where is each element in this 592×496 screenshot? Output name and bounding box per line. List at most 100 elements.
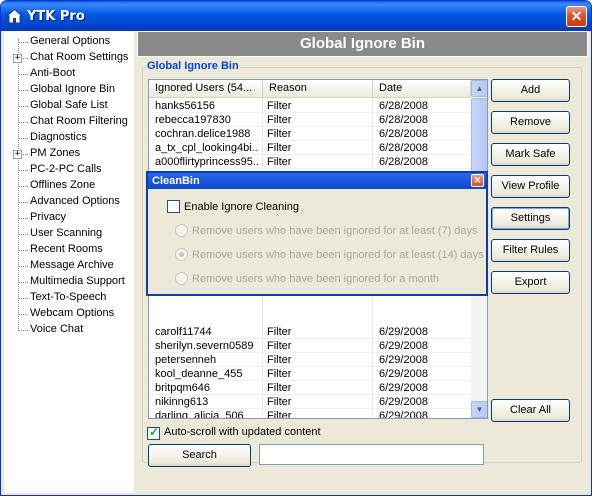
sidebar-item-label: User Scanning: [30, 227, 103, 239]
sidebar-item-label: Global Ignore Bin: [30, 83, 115, 95]
cell-reason: Filter: [267, 156, 292, 168]
option-month-label: Remove users who have been ignored for a…: [192, 273, 440, 285]
remove-button[interactable]: Remove: [491, 111, 570, 134]
table-row[interactable]: petersenneh Filter 6/29/2008: [149, 353, 471, 367]
add-button[interactable]: Add: [491, 79, 570, 102]
list-header: Ignored Users (54... Reason Date: [149, 80, 471, 98]
cell-date: 6/28/2008: [379, 114, 428, 126]
table-row[interactable]: britpqm646 Filter 6/29/2008: [149, 381, 471, 395]
export-button[interactable]: Export: [491, 271, 570, 294]
scroll-up-icon[interactable]: ▲: [471, 80, 487, 97]
settings-button[interactable]: Settings: [491, 207, 570, 230]
radio-month[interactable]: [175, 272, 188, 285]
sidebar-item[interactable]: Advanced Options: [4, 194, 134, 210]
clear-all-button[interactable]: Clear All: [491, 399, 570, 422]
sidebar-item[interactable]: Multimedia Support: [4, 274, 134, 290]
cell-date: 6/28/2008: [379, 100, 428, 112]
sidebar-item[interactable]: General Options: [4, 34, 134, 50]
cell-date: 6/29/2008: [379, 410, 428, 419]
autoscroll-checkbox[interactable]: [147, 425, 160, 440]
table-row[interactable]: nikinng613 Filter 6/29/2008: [149, 395, 471, 409]
sidebar-item-label: Voice Chat: [30, 323, 84, 335]
table-row[interactable]: darling_alicia_506 Filter 6/29/2008: [149, 409, 471, 418]
cell-reason: Filter: [267, 368, 292, 380]
sidebar-item-label: Multimedia Support: [30, 275, 125, 287]
sidebar-item[interactable]: Text-To-Speech: [4, 290, 134, 306]
app-home-icon: [6, 8, 23, 24]
sidebar-item[interactable]: Offlines Zone: [4, 178, 134, 194]
tree-connector: [18, 170, 28, 171]
column-header-date[interactable]: Date: [373, 80, 471, 98]
scroll-down-icon[interactable]: ▼: [471, 401, 487, 418]
tree-connector: [18, 314, 28, 315]
mark-safe-button[interactable]: Mark Safe: [491, 143, 570, 166]
filter-rules-button[interactable]: Filter Rules: [491, 239, 570, 262]
sidebar-item-label: Chat Room Filtering: [30, 115, 128, 127]
tree-connector: [18, 266, 28, 267]
sidebar-item-label: Message Archive: [30, 259, 114, 271]
table-row[interactable]: carolf11744 Filter 6/29/2008: [149, 325, 471, 339]
option-7-days-label: Remove users who have been ignored for a…: [192, 225, 478, 237]
cell-date: 6/29/2008: [379, 354, 428, 366]
tree-connector: [18, 330, 28, 331]
tree-connector: [18, 90, 28, 91]
sidebar-item[interactable]: Recent Rooms: [4, 242, 134, 258]
cell-username: a000flirtyprincess95...: [155, 156, 259, 168]
cell-username: hanks56156: [155, 100, 215, 112]
dialog-close-button[interactable]: ✕: [471, 174, 484, 187]
sidebar-item[interactable]: Privacy: [4, 210, 134, 226]
tree-connector: [18, 138, 28, 139]
column-header-reason[interactable]: Reason: [263, 80, 373, 98]
cell-username: a_tx_cpl_looking4bi...: [155, 142, 259, 154]
radio-14-days[interactable]: [175, 248, 188, 261]
sidebar-item[interactable]: Message Archive: [4, 258, 134, 274]
sidebar-item[interactable]: Voice Chat: [4, 322, 134, 338]
search-input[interactable]: [259, 444, 484, 465]
sidebar-item[interactable]: Webcam Options: [4, 306, 134, 322]
cell-reason: Filter: [267, 114, 292, 126]
sidebar-item[interactable]: Global Safe List: [4, 98, 134, 114]
radio-7-days[interactable]: [175, 224, 188, 237]
window-title: YTK Pro: [27, 9, 85, 24]
table-row[interactable]: a000flirtyprincess95... Filter 6/28/2008: [149, 155, 471, 169]
table-row[interactable]: cochran.delice1988 Filter 6/28/2008: [149, 127, 471, 141]
table-row[interactable]: a_tx_cpl_looking4bi... Filter 6/28/2008: [149, 141, 471, 155]
cell-username: carolf11744: [155, 326, 212, 338]
view-profile-button[interactable]: View Profile: [491, 175, 570, 198]
sidebar-item[interactable]: Anti-Boot: [4, 66, 134, 82]
table-row[interactable]: sherilyn.severn0589 Filter 6/29/2008: [149, 339, 471, 353]
cell-reason: Filter: [267, 326, 292, 338]
cell-date: 6/29/2008: [379, 368, 428, 380]
column-header-user[interactable]: Ignored Users (54...: [149, 80, 263, 98]
sidebar-item[interactable]: PC-2-PC Calls: [4, 162, 134, 178]
tree-connector: [18, 106, 28, 107]
cell-date: 6/28/2008: [379, 142, 428, 154]
table-row[interactable]: rebecca197830 Filter 6/28/2008: [149, 113, 471, 127]
dialog-title[interactable]: CleanBin: [148, 173, 486, 189]
sidebar-item-label: Webcam Options: [30, 307, 115, 319]
tree-connector: [18, 282, 28, 283]
expand-plus-icon[interactable]: +: [13, 150, 22, 159]
cell-username: petersenneh: [155, 354, 217, 366]
title-bar[interactable]: YTK Pro ✕: [1, 1, 591, 31]
sidebar-item-label: Advanced Options: [30, 195, 120, 207]
page-title: Global Ignore Bin: [137, 31, 588, 57]
sidebar-item-label: Privacy: [30, 211, 67, 223]
sidebar-item[interactable]: User Scanning: [4, 226, 134, 242]
sidebar-item[interactable]: Chat Room Filtering: [4, 114, 134, 130]
table-row[interactable]: hanks56156 Filter 6/28/2008: [149, 99, 471, 113]
tree-connector: [18, 202, 28, 203]
search-button[interactable]: Search: [148, 444, 251, 467]
sidebar-item[interactable]: + Chat Room Settings: [4, 50, 134, 66]
sidebar-item[interactable]: + PM Zones: [4, 146, 134, 162]
sidebar-item[interactable]: Global Ignore Bin: [4, 82, 134, 98]
expand-plus-icon[interactable]: +: [13, 54, 22, 63]
enable-cleaning-checkbox[interactable]: [167, 200, 180, 213]
sidebar-item[interactable]: Diagnostics: [4, 130, 134, 146]
tree-connector: [18, 234, 28, 235]
table-row[interactable]: kool_deanne_455 Filter 6/29/2008: [149, 367, 471, 381]
tree-connector: [18, 186, 28, 187]
tree-connector: [18, 122, 28, 123]
sidebar-item-label: PC-2-PC Calls: [30, 163, 102, 175]
window-close-button[interactable]: ✕: [566, 6, 587, 27]
